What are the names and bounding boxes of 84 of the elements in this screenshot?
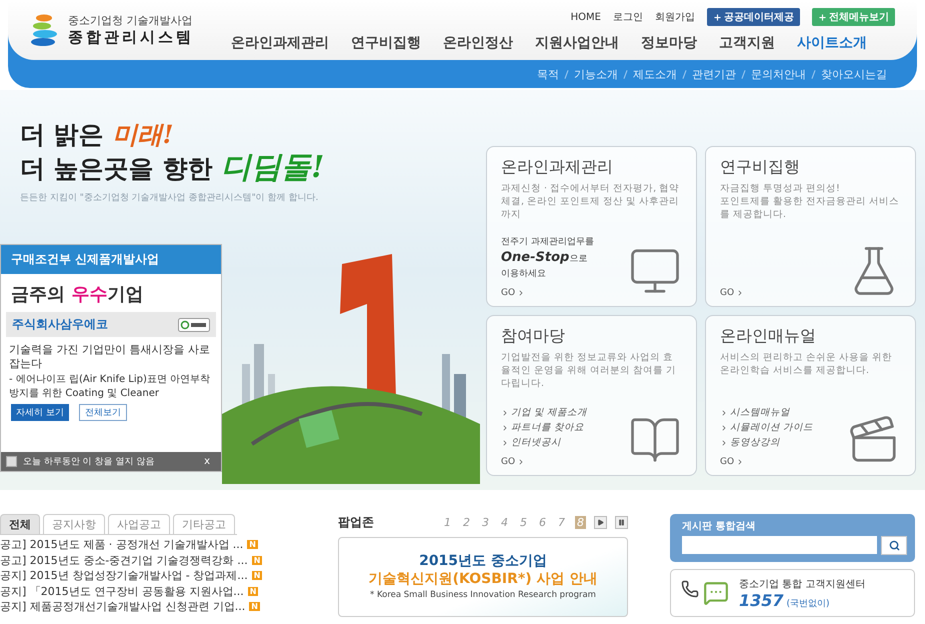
popup-description: 기술력을 가진 기업만이 틈새시장을 사로잡는다 (9, 343, 211, 371)
plus-icon (818, 12, 827, 22)
popup-title: 금주의 우수기업 (10, 283, 144, 307)
card-title: 온라인매뉴얼 (720, 326, 817, 347)
nav-item[interactable]: 연구비집행 (351, 34, 421, 52)
logo-system-text: 종합관리시스템 (68, 28, 194, 47)
view-all-button[interactable]: 전체보기 (78, 404, 127, 421)
phone-icon (681, 580, 699, 598)
notice-tab[interactable]: 기타공고 (173, 514, 235, 534)
top-link[interactable]: 회원가입 (655, 10, 695, 24)
support-number: 1357 (국번없이) (739, 590, 831, 610)
play-button[interactable] (594, 516, 607, 529)
notice-link[interactable]: 공지] 제품공정개선기술개발사업 신청관련 기업... (0, 599, 246, 614)
service-card[interactable]: 온라인매뉴얼 서비스의 편리하고 손쉬운 사용을 위한 온라인학습 서비스를 제공합니다. 시스템매뉴얼 시뮬레이션 가이드 동영상강의 GO (705, 315, 916, 476)
support-title: 중소기업 통합 고객지원센터 (739, 578, 866, 590)
checkbox[interactable] (6, 456, 17, 467)
tagline-text: 든든한 지킴이 "중소기업청 기술개발사업 종합관리시스템"이 함께 합니다. (20, 192, 320, 204)
notice-link[interactable]: 공지] 「2015년도 연구장비 공동활용 지원사업... (0, 584, 244, 599)
popup-header: 구매조건부 신제품개발사업 (1, 245, 221, 274)
card-link[interactable]: 인터넷공시 (501, 436, 588, 449)
nav-item[interactable]: 고객지원 (719, 34, 775, 52)
search-title: 게시판 통합검색 (682, 520, 756, 533)
popup-zone-title: 팝업존 (338, 514, 374, 531)
new-badge: N (248, 586, 258, 596)
open-data-button[interactable]: 공공데이터제공 (707, 8, 800, 26)
nav-item[interactable]: 지원사업안내 (535, 34, 619, 52)
notice-link[interactable]: 공고] 2015년도 중소-중견기업 기술경쟁력강화 ... (0, 552, 248, 568)
top-link[interactable]: HOME (570, 12, 601, 22)
card-link[interactable]: 기업 및 제품소개 (501, 406, 588, 419)
go-link[interactable]: GO (501, 288, 594, 298)
company-name: 주식회사삼우에코 (12, 316, 108, 333)
pause-icon (618, 519, 625, 526)
new-badge: N (249, 602, 260, 612)
card-link[interactable]: 파트너를 찾아요 (501, 421, 588, 434)
card-link[interactable]: 동영상강의 (720, 436, 814, 449)
banner-title: 2015년도 중소기업 (419, 552, 547, 570)
chat-icon (703, 580, 729, 606)
banner-caption: * Korea Small Business Innovation Research program (370, 590, 596, 600)
card-description: 기업발전을 위한 정보교류와 사업의 효율적인 운영을 위해 여러분의 참여를 기다립니다. (501, 351, 678, 390)
new-badge: N (247, 540, 258, 550)
search-field[interactable] (682, 536, 877, 554)
nav-item[interactable]: 정보마당 (641, 34, 697, 52)
play-icon (597, 519, 604, 526)
card-description: 자금집행 투명성과 편의성! 포인트제를 활용한 전자금융관리 서비스를 제공합니다. (720, 182, 900, 221)
card-link[interactable]: 시스템매뉴얼 (720, 406, 814, 419)
card-description: 과제신청 · 접수에서부터 전자평가, 협약체결, 온라인 포인트제 정산 및 사후관리까지 (501, 182, 680, 221)
details-button[interactable]: 자세히 보기 (11, 404, 69, 421)
slogan-text: 더 높은곳을 향한 디딤돌! (20, 151, 326, 185)
service-card[interactable]: 온라인과제관리 과제신청 · 접수에서부터 전자평가, 협약체결, 온라인 포인트제 정산 및 사후관리까지 전주기 과제관리업무를 One-Stop으로 이용하세요 GO (486, 146, 697, 307)
notice-link[interactable]: 공지] 2015년 창업성장기술개발사업 - 창업과제... (0, 568, 248, 584)
new-badge: N (252, 556, 262, 565)
go-link[interactable]: GO (501, 457, 588, 467)
nav-item[interactable]: 온라인정산 (443, 34, 513, 52)
banner-subtitle: 기술혁신지원(KOSBIR*) 사업 안내 (368, 570, 598, 588)
card-description: 서비스의 편리하고 손쉬운 사용을 위한 온라인학습 서비스를 제공합니다. (720, 351, 894, 377)
plus-icon (713, 12, 722, 22)
nav-item[interactable]: 온라인과제관리 (231, 34, 329, 52)
notice-tab[interactable]: 전체 (0, 514, 40, 534)
promo-text: One-Stop으로 (501, 250, 588, 265)
promo-text: 전주기 과제관리업무를 (501, 236, 594, 248)
promo-text: 이용하세요 (501, 268, 547, 280)
service-card[interactable]: 연구비집행 자금집행 투명성과 편의성! 포인트제를 활용한 전자금융관리 서비스를 제공합니다. GO (705, 146, 916, 307)
new-badge: N (252, 571, 262, 580)
search-icon (888, 540, 900, 551)
checkbox-label: 오늘 하루동안 이 창을 열지 않음 (23, 456, 156, 468)
close-button[interactable]: x (198, 455, 216, 468)
service-card[interactable]: 참여마당 기업발전을 위한 정보교류와 사업의 효율적인 운영을 위해 여러분의 참여를 기다립니다. 기업 및 제품소개 파트너를 찾아요 인터넷공시 GO (486, 315, 697, 476)
card-link[interactable]: 시뮬레이션 가이드 (720, 421, 814, 434)
top-link[interactable]: 로그인 (613, 10, 643, 24)
pause-button[interactable] (615, 516, 628, 529)
nav-item[interactable]: 사이트소개 (797, 34, 867, 52)
popup-banner[interactable]: 2015년도 중소기업 기술혁신지원(KOSBIR*) 사업 안내 * Korea Small Business Innovation Research program (338, 537, 628, 617)
go-link[interactable]: GO (720, 288, 744, 298)
logo-org-text: 중소기업청 기술개발사업 (68, 13, 194, 28)
card-title: 온라인과제관리 (501, 157, 614, 178)
notice-tab[interactable]: 공지사항 (43, 514, 105, 534)
card-title: 참여마당 (501, 326, 566, 347)
card-title: 연구비집행 (720, 157, 801, 178)
slogan-text: 더 밝은 미래! (20, 119, 174, 151)
search-button[interactable] (881, 536, 907, 555)
go-link[interactable]: GO (720, 457, 814, 467)
popup-detail: - 에어나이프 립(Air Knife Lip)표면 아연부착방지를 위한 Coating 및 Cleaner (9, 373, 212, 401)
notice-link[interactable]: 공고] 2015년도 제품 · 공정개선 기술개발사업 ... (0, 537, 244, 552)
notice-tab[interactable]: 사업공고 (108, 514, 170, 534)
